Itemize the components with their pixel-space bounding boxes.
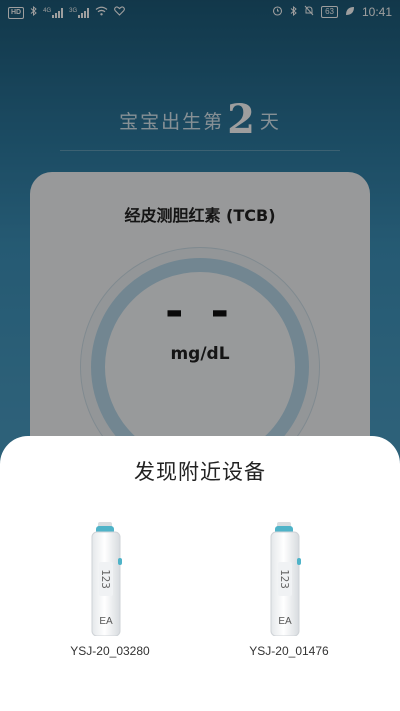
device-screen: 123 (99, 569, 112, 589)
device-item[interactable]: 123 EA YSJ-20_03280 (45, 522, 175, 658)
device-name: YSJ-20_01476 (249, 644, 329, 658)
nearby-devices-sheet: 发现附近设备 123 EA YSJ-20_03280 123 EA YSJ-20… (0, 436, 400, 711)
thermometer-device-icon: 123 EA (91, 522, 122, 636)
sheet-title: 发现附近设备 (134, 460, 266, 484)
thermometer-device-icon: 123 EA (270, 522, 301, 636)
device-item[interactable]: 123 EA YSJ-20_01476 (224, 522, 354, 658)
device-logo: EA (278, 616, 292, 627)
device-logo: EA (99, 616, 113, 627)
device-screen: 123 (278, 569, 291, 589)
device-name: YSJ-20_03280 (70, 644, 150, 658)
